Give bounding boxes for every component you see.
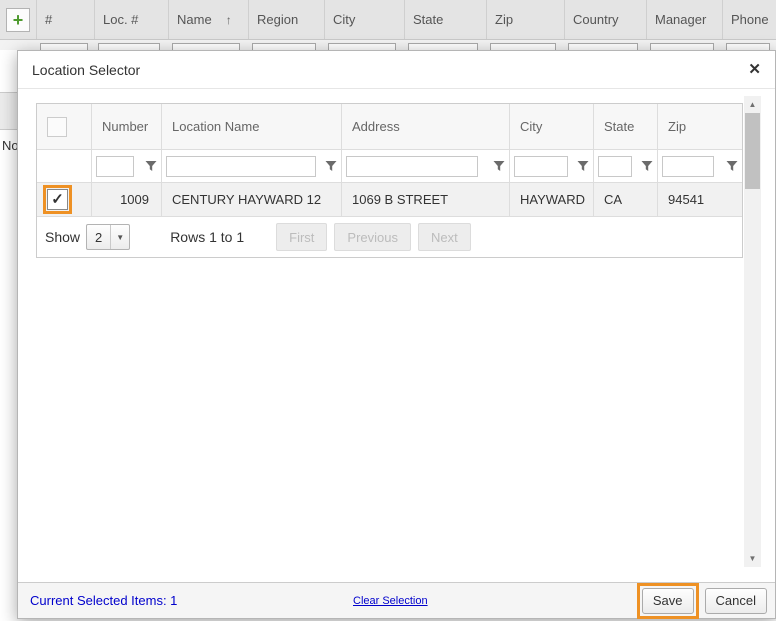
background-left-sliver: No [0, 50, 17, 621]
bg-column-label: Zip [495, 12, 513, 27]
save-highlight-box: Save [637, 583, 699, 619]
bg-column-label: Loc. # [103, 12, 138, 27]
city-filter-input[interactable] [514, 156, 568, 177]
scroll-down-icon[interactable]: ▼ [744, 550, 761, 567]
cell-address: 1069 B STREET [342, 183, 510, 217]
background-row-fragment [0, 92, 17, 130]
select-all-checkbox[interactable] [47, 117, 67, 137]
modal-title: Location Selector [32, 62, 140, 78]
bg-column-country[interactable]: Country [564, 0, 646, 39]
page-size-select[interactable]: 2 ▼ [86, 224, 130, 250]
row-checkbox[interactable]: ✓ [47, 189, 68, 210]
bg-column-label: City [333, 12, 355, 27]
show-label: Show [45, 229, 80, 245]
column-header-address[interactable]: Address [342, 104, 510, 150]
column-header-label: State [604, 119, 634, 134]
bg-column-label: State [413, 12, 443, 27]
bg-column-label: Country [573, 12, 619, 27]
bg-column-name[interactable]: Name ↑ [168, 0, 248, 39]
cell-state: CA [594, 183, 658, 217]
filter-icon[interactable] [577, 160, 589, 172]
bg-column-state[interactable]: State [404, 0, 486, 39]
background-table-header: + # Loc. # Name ↑ Region City State Zip … [0, 0, 776, 40]
checkbox-highlight-box: ✓ [43, 185, 72, 214]
column-header-city[interactable]: City [510, 104, 594, 150]
address-filter-input[interactable] [346, 156, 478, 177]
add-row-button[interactable]: + [6, 8, 30, 32]
column-header-location-name[interactable]: Location Name [162, 104, 342, 150]
filter-cell-state [594, 150, 658, 183]
filter-icon[interactable] [493, 160, 505, 172]
cell-number: 1009 [92, 183, 162, 217]
selected-items-count: Current Selected Items: 1 [30, 593, 177, 608]
filter-icon[interactable] [145, 160, 157, 172]
table-filter-row [37, 150, 742, 183]
zip-filter-input[interactable] [662, 156, 714, 177]
vertical-scrollbar[interactable]: ▲ ▼ [744, 96, 761, 567]
scroll-up-icon[interactable]: ▲ [744, 96, 761, 113]
bg-column-region[interactable]: Region [248, 0, 324, 39]
column-header-label: Address [352, 119, 400, 134]
table-row[interactable]: ✓ 1009 CENTURY HAYWARD 12 1069 B STREET … [37, 183, 742, 217]
column-header-label: Number [102, 119, 148, 134]
save-button[interactable]: Save [642, 588, 694, 614]
filter-cell-city [510, 150, 594, 183]
modal-header: Location Selector ✕ [18, 51, 775, 89]
filter-cell-location-name [162, 150, 342, 183]
filter-icon[interactable] [726, 160, 738, 172]
select-all-cell [37, 104, 92, 150]
cancel-button[interactable]: Cancel [705, 588, 767, 614]
table-header-row: Number Location Name Address City State … [37, 104, 742, 150]
column-header-label: City [520, 119, 542, 134]
clear-selection-link[interactable]: Clear Selection [353, 595, 428, 607]
next-page-button[interactable]: Next [418, 223, 471, 251]
bg-column-city[interactable]: City [324, 0, 404, 39]
previous-page-button[interactable]: Previous [334, 223, 411, 251]
row-checkbox-cell: ✓ [37, 183, 92, 217]
location-table: Number Location Name Address City State … [36, 103, 743, 258]
column-header-number[interactable]: Number [92, 104, 162, 150]
scrollbar-thumb[interactable] [745, 113, 760, 189]
column-header-state[interactable]: State [594, 104, 658, 150]
location-name-filter-input[interactable] [166, 156, 316, 177]
column-header-label: Location Name [172, 119, 259, 134]
state-filter-input[interactable] [598, 156, 632, 177]
bg-column-number[interactable]: # [36, 0, 94, 39]
bg-column-label: Region [257, 12, 298, 27]
bg-column-label: Manager [655, 12, 706, 27]
bg-column-label: Phone [731, 12, 769, 27]
pager: Show 2 ▼ Rows 1 to 1 First Previous Next [37, 217, 742, 257]
sort-ascending-icon: ↑ [226, 13, 232, 27]
first-page-button[interactable]: First [276, 223, 327, 251]
filter-cell-zip [658, 150, 742, 183]
cell-city: HAYWARD [510, 183, 594, 217]
rows-range-text: Rows 1 to 1 [170, 229, 244, 245]
bg-column-label: Name [177, 12, 212, 27]
modal-body: Number Location Name Address City State … [18, 89, 775, 582]
chevron-down-icon: ▼ [110, 225, 129, 249]
location-selector-modal: Location Selector ✕ Number Location Name… [17, 50, 776, 619]
filter-cell-number [92, 150, 162, 183]
column-header-label: Zip [668, 119, 686, 134]
bg-column-phone[interactable]: Phone [722, 0, 776, 39]
bg-column-label: # [45, 12, 52, 27]
plus-icon: + [13, 10, 24, 30]
page-size-value: 2 [87, 230, 110, 245]
column-header-zip[interactable]: Zip [658, 104, 742, 150]
filter-icon[interactable] [641, 160, 653, 172]
filter-cell-address [342, 150, 510, 183]
filter-icon[interactable] [325, 160, 337, 172]
check-icon: ✓ [51, 183, 64, 217]
bg-column-loc-number[interactable]: Loc. # [94, 0, 168, 39]
cell-zip: 94541 [658, 183, 742, 217]
number-filter-input[interactable] [96, 156, 134, 177]
filter-cell-checkbox [37, 150, 92, 183]
close-icon[interactable]: ✕ [748, 62, 761, 77]
cell-location-name: CENTURY HAYWARD 12 [162, 183, 342, 217]
add-row-cell: + [0, 0, 36, 39]
modal-footer: Current Selected Items: 1 Clear Selectio… [18, 582, 775, 618]
bg-column-zip[interactable]: Zip [486, 0, 564, 39]
bg-column-manager[interactable]: Manager [646, 0, 722, 39]
